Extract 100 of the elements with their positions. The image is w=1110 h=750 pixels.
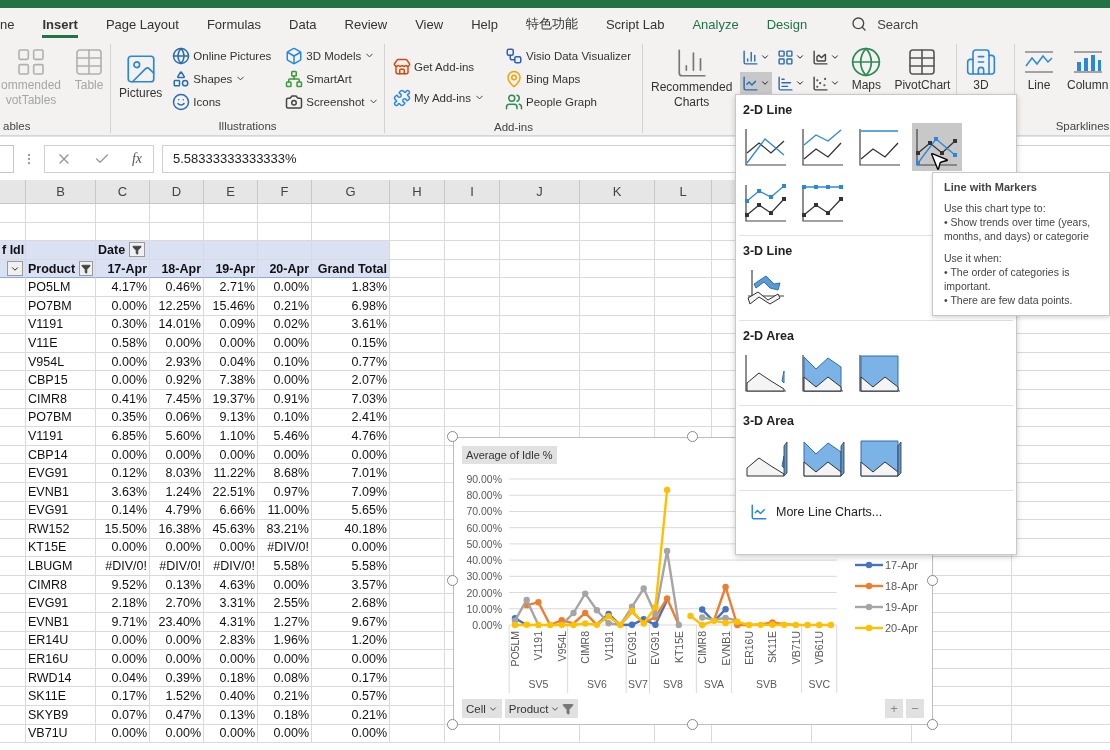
table-cell: EVG91 bbox=[26, 594, 96, 614]
legend-label: 17-Apr bbox=[885, 559, 919, 571]
group-label: SV6 bbox=[586, 678, 607, 690]
table-cell: 2.70% bbox=[150, 594, 204, 614]
table-cell: 8.03% bbox=[150, 464, 204, 483]
table-cell: 6.85% bbox=[96, 427, 150, 446]
table-cell: 16.38% bbox=[150, 520, 204, 539]
table-cell: 0.00% bbox=[258, 278, 312, 297]
axis-label: ER16U bbox=[743, 631, 755, 665]
table-cell: 0.15% bbox=[312, 334, 390, 353]
tooltip-text: • The order of categories is important. bbox=[944, 265, 1071, 293]
axis-label: EVNB1 bbox=[719, 631, 732, 666]
table-cell: 0.00% bbox=[204, 334, 258, 353]
table-cell: #DIV/0! bbox=[150, 557, 204, 576]
table-cell: #DIV/0! bbox=[96, 557, 150, 576]
table-cell: EVG91 bbox=[26, 464, 96, 483]
pivot-header-cell: f Idl bbox=[0, 241, 26, 260]
table-cell: 0.00% bbox=[96, 371, 150, 390]
section-title: 3-D Line bbox=[743, 244, 793, 258]
axis-label: V1191 bbox=[532, 631, 545, 661]
field-label: Date bbox=[98, 243, 126, 257]
table-cell: 5.60% bbox=[150, 427, 204, 446]
axis-label: KT15E bbox=[672, 631, 685, 664]
legend-label: 18-Apr bbox=[885, 580, 919, 592]
tooltip-text: Use it when: bbox=[944, 251, 1003, 265]
axis-label: V954L bbox=[555, 631, 568, 662]
table-cell: 1.27% bbox=[258, 613, 312, 632]
table-cell: 0.00% bbox=[258, 371, 312, 390]
table-cell: #DIV/0! bbox=[204, 557, 258, 576]
axis-label: VB61U bbox=[813, 631, 826, 665]
axis-label: CIMR8 bbox=[579, 631, 592, 664]
axis-label: 90.00% bbox=[466, 473, 502, 485]
table-cell: 23.40% bbox=[150, 613, 204, 632]
table-cell: 11.22% bbox=[204, 464, 258, 483]
axis-label: 40.00% bbox=[466, 554, 502, 567]
axis-label: 30.00% bbox=[466, 570, 502, 583]
table-cell: 45.63% bbox=[204, 520, 258, 539]
table-cell: 0.17% bbox=[96, 687, 150, 707]
table-cell: 5.58% bbox=[258, 557, 312, 576]
section-title: 3-D Area bbox=[743, 414, 794, 428]
group-label: SV7 bbox=[627, 678, 648, 690]
table-cell: 0.47% bbox=[150, 706, 204, 725]
legend-label: 19-Apr bbox=[885, 601, 919, 613]
table-cell: 0.40% bbox=[204, 687, 258, 707]
table-cell: SK11E bbox=[26, 687, 96, 707]
group-label: Add-ins bbox=[493, 120, 534, 134]
table-cell: 1.83% bbox=[312, 278, 390, 297]
axis-label: 50.00% bbox=[466, 537, 502, 550]
table-cell: 0.21% bbox=[312, 706, 390, 725]
axis-label: SK11E bbox=[766, 631, 779, 663]
table-cell: RW152 bbox=[26, 520, 96, 539]
group-label: SVB bbox=[756, 678, 778, 690]
table-cell: 2.71% bbox=[204, 278, 258, 297]
axis-label: 20.00% bbox=[466, 586, 502, 599]
table-cell: 40.18% bbox=[312, 520, 390, 539]
axis-label: 10.00% bbox=[466, 602, 502, 615]
tooltip-title: Line with Markers bbox=[944, 181, 1038, 193]
table-cell: 0.00% bbox=[96, 650, 150, 669]
table-cell: 0.18% bbox=[258, 706, 312, 725]
table-cell: 83.21% bbox=[258, 520, 312, 539]
table-cell: 0.00% bbox=[312, 650, 390, 669]
table-cell: 9.67% bbox=[312, 613, 390, 632]
table-cell: 15.50% bbox=[96, 520, 150, 539]
table-cell: 0.00% bbox=[258, 650, 312, 669]
table-cell: 0.21% bbox=[258, 687, 312, 707]
axis-label: EVG91 bbox=[649, 631, 662, 665]
table-cell: 0.12% bbox=[96, 464, 150, 483]
axis-label: VB71U bbox=[789, 631, 802, 665]
tooltip-text: • Show trends over time (years, months, and days) or categorie bbox=[944, 215, 1092, 243]
section-title: 2-D Line bbox=[743, 103, 793, 117]
table-cell: 7.01% bbox=[312, 464, 390, 483]
table-cell: 9.71% bbox=[96, 613, 150, 632]
group-label: SVC bbox=[808, 678, 830, 690]
table-cell: 8.68% bbox=[258, 464, 312, 483]
table-cell: V1191 bbox=[26, 427, 96, 446]
axis-label: 60.00% bbox=[466, 521, 502, 534]
table-cell: 0.07% bbox=[96, 706, 150, 725]
axis-label: V1191 bbox=[602, 631, 615, 661]
table-cell: CBP15 bbox=[26, 371, 96, 390]
axis-label: CIMR8 bbox=[696, 631, 709, 664]
table-cell: EVNB1 bbox=[26, 613, 96, 632]
table-cell: 0.13% bbox=[204, 706, 258, 725]
section-title: 2-D Area bbox=[743, 329, 794, 343]
group-label: SVA bbox=[703, 678, 724, 690]
table-cell: LBUGM bbox=[26, 557, 96, 576]
table-cell: 0.58% bbox=[96, 334, 150, 353]
table-cell: 0.00% bbox=[150, 650, 204, 669]
table-cell: 4.76% bbox=[312, 427, 390, 446]
table-cell: 7.38% bbox=[204, 371, 258, 390]
table-cell: 2.07% bbox=[312, 371, 390, 390]
legend-label: 20-Apr bbox=[885, 622, 919, 634]
table-cell: 4.31% bbox=[204, 613, 258, 632]
table-cell: 0.46% bbox=[150, 278, 204, 297]
tooltip-text: • There are few data points. bbox=[944, 293, 1074, 307]
table-cell: 2.18% bbox=[96, 594, 150, 614]
table-cell: 5.46% bbox=[258, 427, 312, 446]
table-cell: SKYB9 bbox=[26, 706, 96, 725]
table-cell: 0.92% bbox=[150, 371, 204, 390]
axis-label: 70.00% bbox=[466, 505, 502, 518]
axis-label: 0.00% bbox=[472, 619, 502, 631]
